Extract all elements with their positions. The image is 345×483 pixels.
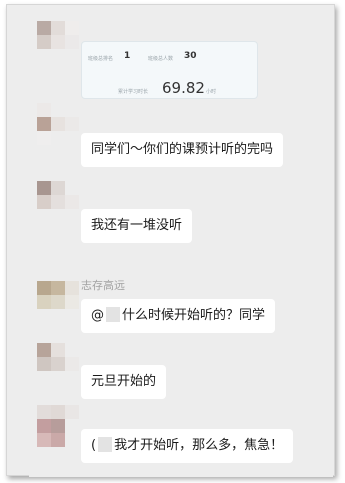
avatar[interactable] bbox=[37, 181, 79, 221]
study-time-value: 69.82 bbox=[162, 79, 205, 97]
sender-name: 志存高远 bbox=[81, 279, 125, 292]
study-stats-card[interactable]: 班级总排名 1 班级总人数 30 累计学习时长 69.82 小时 bbox=[81, 41, 258, 99]
class-size-value: 30 bbox=[184, 51, 197, 61]
message-bubble[interactable]: ( 我才开始听，那么多，焦急！ bbox=[81, 429, 294, 463]
message-bubble[interactable]: @ 什么时候开始听的？同学 bbox=[81, 299, 276, 333]
avatar[interactable] bbox=[37, 343, 79, 383]
rank-label: 班级总排名 bbox=[88, 56, 114, 62]
study-time-unit: 小时 bbox=[206, 89, 217, 95]
message-text: 我还有一堆没听 bbox=[91, 218, 183, 233]
avatar[interactable] bbox=[37, 405, 79, 447]
message-bubble[interactable]: 我还有一堆没听 bbox=[81, 209, 193, 243]
masked-name bbox=[98, 437, 113, 452]
message-text: 我才开始听，那么多，焦急！ bbox=[114, 438, 284, 453]
avatar[interactable] bbox=[37, 21, 79, 61]
study-time-label: 累计学习时长 bbox=[118, 89, 149, 95]
message-prefix: ( bbox=[91, 438, 97, 453]
mention-prefix: @ bbox=[91, 308, 104, 323]
masked-name bbox=[106, 307, 120, 322]
message-bubble[interactable]: 元旦开始的 bbox=[81, 365, 167, 399]
rank-value: 1 bbox=[124, 51, 131, 61]
message-text: 同学们～你们的课预计听的完吗 bbox=[91, 142, 274, 157]
avatar[interactable] bbox=[37, 281, 79, 321]
message-text: 元旦开始的 bbox=[91, 374, 157, 389]
message-text: 什么时候开始听的？同学 bbox=[122, 308, 266, 323]
avatar[interactable] bbox=[37, 103, 79, 145]
chat-area: 班级总排名 1 班级总人数 30 累计学习时长 69.82 小时 同学们～你们的… bbox=[29, 15, 333, 477]
message-bubble[interactable]: 同学们～你们的课预计听的完吗 bbox=[81, 133, 284, 167]
screenshot-frame: 班级总排名 1 班级总人数 30 累计学习时长 69.82 小时 同学们～你们的… bbox=[6, 4, 335, 477]
class-size-label: 班级总人数 bbox=[148, 56, 174, 62]
